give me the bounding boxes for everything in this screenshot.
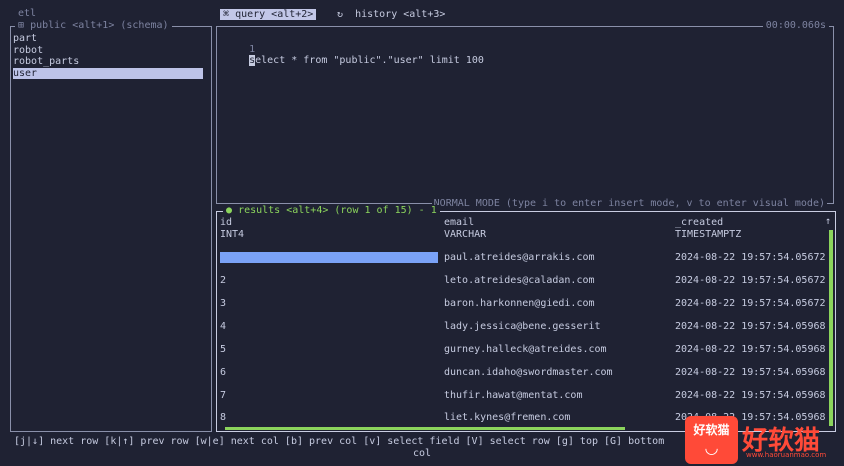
keybinding-help: [j|↓] next row [k|↑] prev row [w|e] next… — [14, 436, 665, 447]
cat-icon: ◡ — [705, 438, 718, 457]
table-icon: ⊞ — [18, 20, 25, 31]
line-number: 1 — [249, 44, 256, 55]
query-icon: ⌘ — [223, 9, 230, 20]
col-type-email: VARCHAR — [444, 229, 487, 240]
sidebar-header-label: public <alt+1> (schema) — [30, 20, 169, 31]
table-cell[interactable]: liet.kynes@fremen.com — [444, 412, 570, 423]
table-cell[interactable]: leto.atreides@caladan.com — [444, 275, 595, 286]
app-title: etl — [18, 8, 37, 19]
col-header-email[interactable]: email — [444, 217, 474, 228]
results-icon: ● — [226, 205, 233, 216]
table-cell[interactable]: 2 — [220, 275, 226, 286]
query-text: elect * from "public"."user" limit 100 — [255, 55, 484, 66]
table-cell[interactable]: 2024-08-22 19:57:54.05968 — [675, 367, 826, 378]
table-cell[interactable]: 2024-08-22 19:57:54.05968 — [675, 390, 826, 401]
sidebar-item-user[interactable]: user — [13, 67, 203, 79]
table-cell[interactable]: lady.jessica@bene.gesserit — [444, 321, 601, 332]
query-line[interactable]: 1 select * from "public"."user" limit 10… — [225, 33, 484, 77]
keybinding-help-wrap: col — [413, 448, 432, 459]
table-cell[interactable]: 2024-08-22 19:57:54.05968 — [675, 321, 826, 332]
col-type-id: INT4 — [220, 229, 245, 240]
table-cell[interactable]: 3 — [220, 298, 226, 309]
scroll-up-icon: ↑ — [824, 216, 831, 227]
table-cell[interactable]: baron.harkonnen@giedi.com — [444, 298, 595, 309]
sidebar-header: ⊞ public <alt+1> (schema) — [15, 20, 172, 31]
tab-history[interactable]: ↻ history <alt+3> — [337, 9, 445, 20]
table-cell[interactable]: 7 — [220, 390, 226, 401]
table-list: part robot robot_parts user — [13, 33, 203, 79]
selected-cell[interactable] — [220, 252, 438, 263]
sidebar-item-robot-parts[interactable]: robot_parts — [13, 56, 203, 68]
table-cell[interactable]: 2024-08-22 19:57:54.05672 — [675, 252, 826, 263]
table-cell[interactable]: 4 — [220, 321, 226, 332]
table-row[interactable]: paul.atreides@arrakis.com — [444, 252, 595, 263]
table-cell[interactable]: 2024-08-22 19:57:54.05672 — [675, 275, 826, 286]
col-header-created[interactable]: _created — [675, 217, 723, 228]
schema-sidebar: ⊞ public <alt+1> (schema) part robot rob… — [10, 20, 212, 432]
table-cell[interactable]: 8 — [220, 412, 226, 423]
table-cell[interactable]: 2024-08-22 19:57:54.05672 — [675, 298, 826, 309]
table-cell[interactable]: gurney.halleck@atreides.com — [444, 344, 607, 355]
results-panel: ● results <alt+4> (row 1 of 15) - 1 id I… — [216, 205, 836, 432]
col-header-id[interactable]: id — [220, 217, 232, 228]
table-cell[interactable]: 5 — [220, 344, 226, 355]
results-title: results <alt+4> (row 1 of 15) - 1 — [238, 205, 437, 216]
watermark-logo-text: 好软猫 — [693, 423, 730, 437]
results-header: ● results <alt+4> (row 1 of 15) - 1 — [223, 205, 440, 216]
col-type-created: TIMESTAMPTZ — [675, 229, 742, 240]
watermark-logo: 好软猫 ◡ — [685, 416, 738, 464]
sidebar-item-robot[interactable]: robot — [13, 45, 203, 57]
mode-hint: NORMAL MODE (type i to enter insert mode… — [431, 198, 827, 209]
query-timer: 00:00.060s — [762, 20, 829, 31]
query-editor[interactable]: 00:00.060s 1 select * from "public"."use… — [216, 20, 834, 209]
table-cell[interactable]: 6 — [220, 367, 226, 378]
tab-query[interactable]: ⌘ query <alt+2> — [220, 9, 317, 20]
vertical-scrollbar[interactable] — [829, 230, 833, 426]
history-icon: ↻ — [337, 9, 344, 20]
horizontal-scrollbar[interactable] — [225, 427, 625, 430]
watermark-url: www.haoruanmao.com — [746, 451, 827, 459]
sidebar-item-part[interactable]: part — [13, 33, 203, 45]
table-cell[interactable]: duncan.idaho@swordmaster.com — [444, 367, 613, 378]
table-cell[interactable]: 2024-08-22 19:57:54.05968 — [675, 344, 826, 355]
table-cell[interactable]: thufir.hawat@mentat.com — [444, 390, 582, 401]
